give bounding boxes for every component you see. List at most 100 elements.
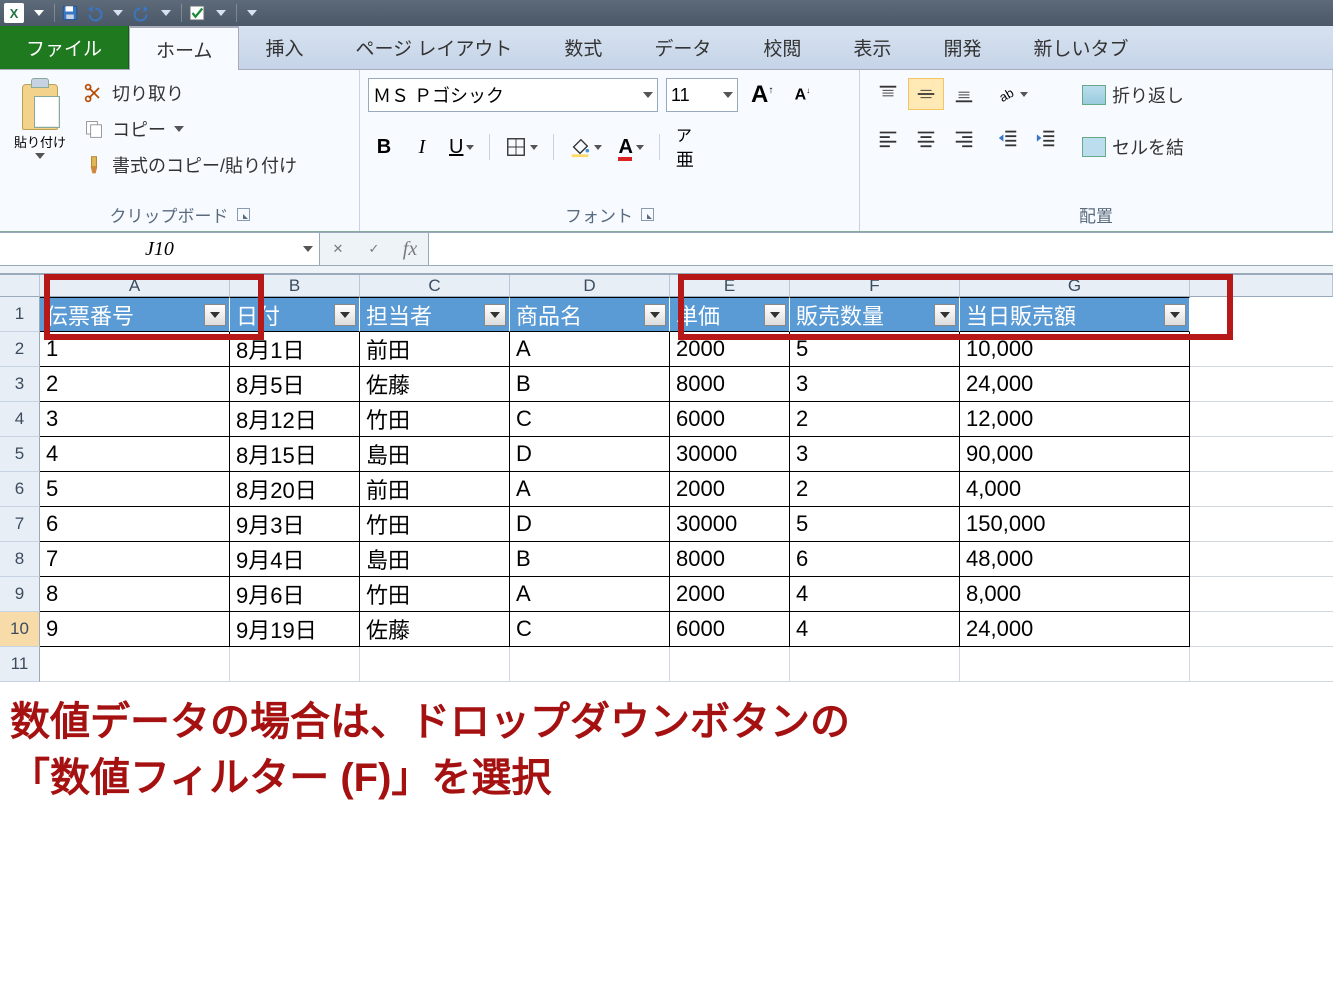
- cell[interactable]: 竹田: [360, 402, 510, 437]
- row-number[interactable]: 7: [0, 507, 40, 542]
- cell[interactable]: 1: [40, 332, 230, 367]
- align-bottom-button[interactable]: [946, 78, 982, 110]
- table-header[interactable]: 販売数量: [790, 297, 960, 332]
- cell-blank[interactable]: [1190, 367, 1333, 402]
- phonetic-button[interactable]: ア亜: [670, 130, 702, 164]
- cell[interactable]: 8: [40, 577, 230, 612]
- redo-dropdown-icon[interactable]: [157, 4, 175, 22]
- font-launcher-icon[interactable]: [641, 208, 654, 221]
- cell[interactable]: 3: [40, 402, 230, 437]
- cell[interactable]: 9: [40, 612, 230, 647]
- cell[interactable]: [670, 647, 790, 682]
- cell[interactable]: 8月15日: [230, 437, 360, 472]
- cell[interactable]: 9月6日: [230, 577, 360, 612]
- merge-cells-button[interactable]: セルを結: [1078, 130, 1188, 164]
- column-header-F[interactable]: F: [790, 275, 960, 297]
- table-header[interactable]: 伝票番号: [40, 297, 230, 332]
- indent-decrease-button[interactable]: [990, 122, 1026, 154]
- row-number[interactable]: 6: [0, 472, 40, 507]
- cell[interactable]: 8,000: [960, 577, 1190, 612]
- cell[interactable]: [40, 647, 230, 682]
- bold-button[interactable]: B: [368, 130, 400, 164]
- tab-new[interactable]: 新しいタブ: [1007, 26, 1154, 69]
- cell[interactable]: B: [510, 542, 670, 577]
- fill-color-button[interactable]: [564, 130, 607, 164]
- name-box[interactable]: J10: [0, 233, 320, 265]
- cell-blank[interactable]: [1190, 507, 1333, 542]
- cell[interactable]: 2: [40, 367, 230, 402]
- cell[interactable]: 48,000: [960, 542, 1190, 577]
- column-header-B[interactable]: B: [230, 275, 360, 297]
- align-center-button[interactable]: [908, 122, 944, 154]
- filter-button[interactable]: [644, 304, 666, 326]
- border-button[interactable]: [500, 130, 543, 164]
- tab-review[interactable]: 校閲: [737, 26, 827, 69]
- cell[interactable]: 8000: [670, 367, 790, 402]
- font-name-combo[interactable]: ＭＳ Ｐゴシック: [368, 78, 658, 112]
- cell[interactable]: 30000: [670, 437, 790, 472]
- cell[interactable]: 12,000: [960, 402, 1190, 437]
- filter-button[interactable]: [484, 304, 506, 326]
- cell-blank[interactable]: [1190, 402, 1333, 437]
- shrink-font-button[interactable]: A↓: [786, 78, 818, 112]
- cell-blank[interactable]: [1190, 437, 1333, 472]
- cell[interactable]: 5: [40, 472, 230, 507]
- cell[interactable]: C: [510, 612, 670, 647]
- cell-blank[interactable]: [1190, 577, 1333, 612]
- cell[interactable]: 5: [790, 507, 960, 542]
- column-header-E[interactable]: E: [670, 275, 790, 297]
- paste-button[interactable]: 貼り付け: [6, 74, 74, 163]
- filter-button[interactable]: [934, 304, 956, 326]
- cell[interactable]: 9月19日: [230, 612, 360, 647]
- cell[interactable]: 7: [40, 542, 230, 577]
- cell[interactable]: 3: [790, 437, 960, 472]
- column-header-G[interactable]: G: [960, 275, 1190, 297]
- cell[interactable]: C: [510, 402, 670, 437]
- cell[interactable]: 9月4日: [230, 542, 360, 577]
- column-header-D[interactable]: D: [510, 275, 670, 297]
- formula-enter-button[interactable]: ✓: [356, 233, 392, 265]
- cell[interactable]: 前田: [360, 332, 510, 367]
- row-number[interactable]: 3: [0, 367, 40, 402]
- undo-dropdown-icon[interactable]: [109, 4, 127, 22]
- tab-data[interactable]: データ: [628, 26, 737, 69]
- redo-icon[interactable]: [133, 4, 151, 22]
- cell-blank[interactable]: [1190, 612, 1333, 647]
- cell-blank[interactable]: [1190, 297, 1333, 332]
- cell[interactable]: A: [510, 472, 670, 507]
- align-top-button[interactable]: [870, 78, 906, 110]
- cell-blank[interactable]: [1190, 332, 1333, 367]
- cell[interactable]: 4: [790, 612, 960, 647]
- cell[interactable]: [360, 647, 510, 682]
- row-number[interactable]: 5: [0, 437, 40, 472]
- cell[interactable]: A: [510, 577, 670, 612]
- table-header[interactable]: 当日販売額: [960, 297, 1190, 332]
- table-header[interactable]: 日付: [230, 297, 360, 332]
- align-right-button[interactable]: [946, 122, 982, 154]
- cell[interactable]: D: [510, 437, 670, 472]
- cell[interactable]: 2000: [670, 577, 790, 612]
- tab-file[interactable]: ファイル: [0, 26, 129, 69]
- cell[interactable]: 佐藤: [360, 612, 510, 647]
- checkbox-icon[interactable]: [188, 4, 206, 22]
- cell[interactable]: 8月5日: [230, 367, 360, 402]
- formula-input[interactable]: [428, 233, 1333, 265]
- cell[interactable]: [960, 647, 1190, 682]
- copy-dropdown-icon[interactable]: [174, 126, 184, 132]
- cell-blank[interactable]: [1190, 542, 1333, 577]
- row-number[interactable]: 4: [0, 402, 40, 437]
- cell[interactable]: 5: [790, 332, 960, 367]
- cell[interactable]: 30000: [670, 507, 790, 542]
- underline-button[interactable]: U: [444, 130, 479, 164]
- column-header-H[interactable]: [1190, 275, 1333, 297]
- cell[interactable]: 島田: [360, 437, 510, 472]
- italic-button[interactable]: I: [406, 130, 438, 164]
- cell[interactable]: 竹田: [360, 507, 510, 542]
- cell[interactable]: 8月20日: [230, 472, 360, 507]
- wrap-text-button[interactable]: 折り返し: [1078, 78, 1188, 112]
- orientation-button[interactable]: ab: [990, 78, 1033, 110]
- tab-view[interactable]: 表示: [827, 26, 917, 69]
- cell[interactable]: 4,000: [960, 472, 1190, 507]
- indent-increase-button[interactable]: [1028, 122, 1064, 154]
- format-painter-button[interactable]: 書式のコピー/貼り付け: [84, 152, 297, 178]
